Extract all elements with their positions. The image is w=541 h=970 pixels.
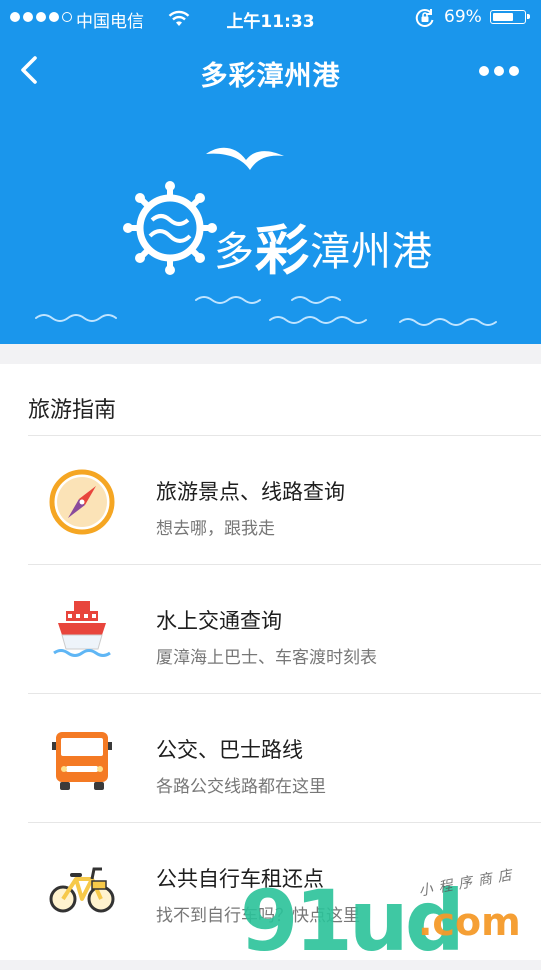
rotation-lock-icon: [415, 9, 434, 27]
ship-wheel-icon: [123, 181, 217, 275]
ship-icon: [53, 601, 111, 657]
wave-decoration: [35, 296, 497, 326]
list-item-public-bicycles[interactable]: 公共自行车租还点 找不到自行车吗？快点这里: [0, 823, 541, 951]
item-title: 公共自行车租还点: [156, 867, 324, 891]
battery-icon: [490, 10, 530, 24]
compass-icon: [49, 469, 115, 535]
more-options-button[interactable]: [479, 60, 519, 82]
navigation-bar: 多彩漳州港: [0, 44, 541, 100]
travel-guide-card: 旅游指南 旅游景点、线路查询 想去哪，跟我走 水上交通查询 厦漳海上巴士、车客渡…: [0, 364, 541, 960]
item-subtitle: 找不到自行车吗？快点这里: [156, 906, 360, 926]
page-title: 多彩漳州港: [200, 61, 341, 92]
item-title: 水上交通查询: [156, 609, 282, 633]
header-area: 中国电信 上午11:33 69% 多彩漳州港 多彩漳州港: [0, 0, 541, 344]
seagull-icon: [206, 147, 284, 170]
item-subtitle: 厦漳海上巴士、车客渡时刻表: [156, 648, 377, 668]
item-subtitle: 各路公交线路都在这里: [156, 777, 326, 797]
list-item-water-transport[interactable]: 水上交通查询 厦漳海上巴士、车客渡时刻表: [0, 565, 541, 693]
item-title: 旅游景点、线路查询: [156, 480, 345, 504]
item-title: 公交、巴士路线: [156, 738, 303, 762]
brand-logotype: 多彩漳州港: [214, 219, 433, 282]
list-item-tourist-sites[interactable]: 旅游景点、线路查询 想去哪，跟我走: [0, 436, 541, 564]
bus-icon: [52, 732, 112, 790]
item-subtitle: 想去哪，跟我走: [156, 519, 275, 539]
battery-percent: 69%: [444, 7, 482, 27]
bicycle-icon: [49, 867, 115, 913]
list-item-bus-routes[interactable]: 公交、巴士路线 各路公交线路都在这里: [0, 694, 541, 822]
back-button[interactable]: [16, 54, 42, 86]
section-title: 旅游指南: [28, 398, 117, 423]
hero-banner: 多彩漳州港: [0, 110, 541, 344]
status-bar: 中国电信 上午11:33 69%: [0, 0, 541, 36]
